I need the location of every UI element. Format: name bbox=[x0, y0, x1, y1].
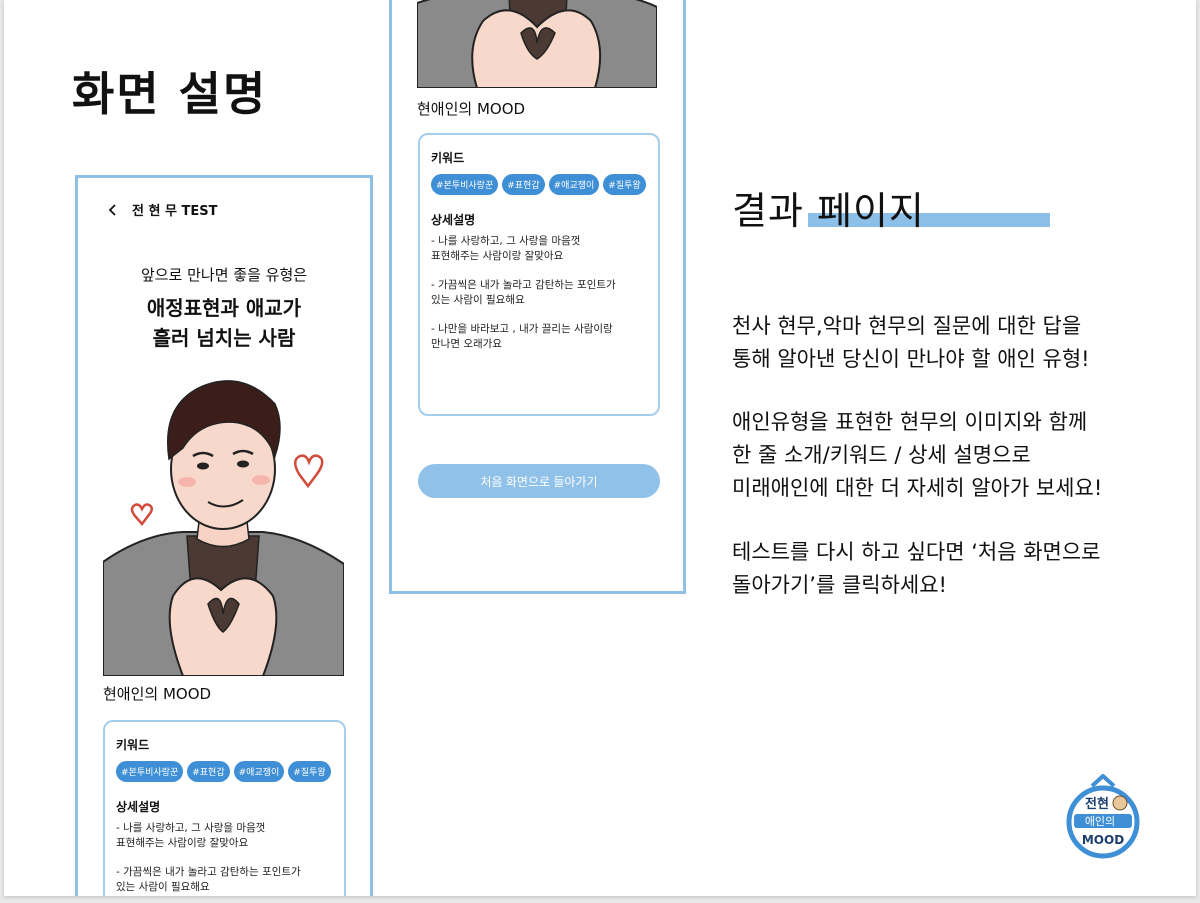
keyword-tag: #질투왕 bbox=[288, 761, 331, 782]
description-item: - 나를 사랑하고, 그 사랑을 마음껏 표현해주는 사람이랑 잘맞아요 bbox=[431, 235, 581, 262]
slide: 화면 설명 전 현 무 TEST 앞으로 만나면 좋을 유형은 애정표현과 애교… bbox=[4, 0, 1196, 896]
description-item: - 가끔씩은 내가 놀라고 감탄하는 포인트가 있는 사람이 필요해요 bbox=[116, 866, 301, 893]
keyword-tag: #표현갑 bbox=[502, 174, 545, 195]
keyword-label: 키워드 bbox=[116, 738, 150, 752]
explanation-paragraph: 테스트를 다시 하고 싶다면 ‘처음 화면으로 돌아가기’를 클릭하세요! bbox=[732, 540, 1101, 597]
brand-logo: 전현 애인의 MOOD bbox=[1066, 774, 1140, 859]
mood-title: 현애인의 MOOD bbox=[103, 685, 212, 703]
phone-screen-result-top: 전 현 무 TEST 앞으로 만나면 좋을 유형은 애정표현과 애교가 흘러 넘… bbox=[75, 175, 373, 896]
restart-button[interactable]: 처음 화면으로 들아가기 bbox=[418, 464, 660, 498]
logo-text-line3: MOOD bbox=[1082, 833, 1124, 847]
description-label: 상세설명 bbox=[431, 213, 476, 227]
section-title: 결과 페이지 bbox=[732, 189, 925, 233]
explanation-paragraph: 천사 현무,악마 현무의 질문에 대한 답을 통해 알아낸 당신이 만나야 할 … bbox=[732, 314, 1090, 371]
keyword-tags: #본투비사랑꾼 #표현갑 #애교쟁이 #질투왕 bbox=[431, 174, 647, 195]
mood-info-card: 키워드 #본투비사랑꾼 #표현갑 #애교쟁이 #질투왕 상세설명 - 나를 사랑… bbox=[103, 720, 346, 896]
description-item: - 가끔씩은 내가 놀라고 감탄하는 포인트가 있는 사람이 필요해요 bbox=[431, 279, 616, 306]
explanation-paragraph: 애인유형을 표현한 현무의 이미지와 함께 한 줄 소개/키워드 / 상세 설명… bbox=[732, 410, 1103, 500]
result-type-line-1: 애정표현과 애교가 bbox=[146, 296, 302, 320]
back-arrow-icon[interactable] bbox=[106, 203, 120, 217]
keyword-tag: #질투왕 bbox=[603, 174, 646, 195]
mood-title: 현애인의 MOOD bbox=[417, 100, 526, 118]
phone-screen-result-bottom: 현애인의 MOOD 키워드 #본투비사랑꾼 #표현갑 #애교쟁이 #질투왕 상세… bbox=[389, 0, 686, 594]
keyword-tag: #본투비사랑꾼 bbox=[431, 174, 499, 195]
mood-info-card: 키워드 #본투비사랑꾼 #표현갑 #애교쟁이 #질투왕 상세설명 - 나를 사랑… bbox=[418, 133, 660, 416]
description-label: 상세설명 bbox=[116, 800, 161, 814]
description-item: - 나만을 바라보고 , 내가 끌리는 사람이랑 만나면 오래가요 bbox=[431, 323, 613, 350]
logo-text-line2: 애인의 bbox=[1085, 815, 1115, 828]
character-illustration-cropped bbox=[417, 0, 657, 88]
section-heading: 결과 페이지 bbox=[732, 180, 1062, 233]
logo-text-line1: 전현 bbox=[1085, 796, 1109, 812]
result-subtitle: 앞으로 만나면 좋을 유형은 bbox=[140, 266, 308, 284]
keyword-tag: #애교쟁이 bbox=[548, 174, 600, 195]
character-illustration bbox=[103, 364, 344, 676]
result-type-line-2: 흘러 넘치는 사람 bbox=[152, 326, 296, 350]
app-header-title: 전 현 무 TEST bbox=[132, 204, 218, 219]
result-headline: 앞으로 만나면 좋을 유형은 애정표현과 애교가 흘러 넘치는 사람 bbox=[78, 264, 370, 353]
keyword-tag: #애교쟁이 bbox=[233, 761, 285, 782]
keyword-tag: #본투비사랑꾼 bbox=[116, 761, 184, 782]
keyword-tags: #본투비사랑꾼 #표현갑 #애교쟁이 #질투왕 bbox=[116, 761, 333, 782]
keyword-label: 키워드 bbox=[431, 151, 465, 165]
keyword-tag: #표현갑 bbox=[187, 761, 230, 782]
app-header: 전 현 무 TEST bbox=[106, 200, 217, 219]
page-title: 화면 설명 bbox=[72, 67, 268, 121]
description-item: - 나를 사랑하고, 그 사랑을 마음껏 표현해주는 사람이랑 잘맞아요 bbox=[116, 822, 266, 849]
